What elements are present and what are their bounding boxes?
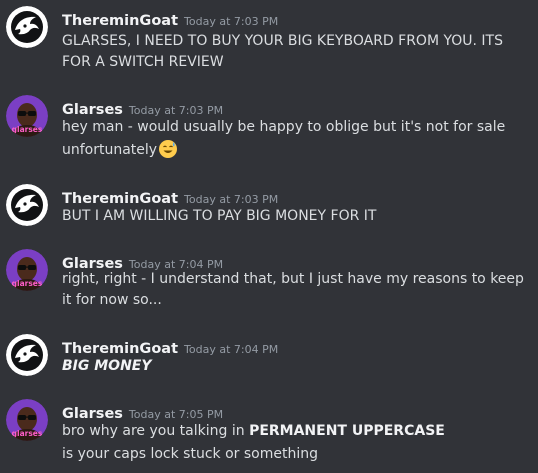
message-text-line: unfortunately	[62, 139, 178, 161]
glarses-avatar-icon: glarses	[6, 95, 48, 137]
message-text: BUT I AM WILLING TO PAY BIG MONEY FOR IT	[62, 208, 377, 224]
chat-message: glarses Glarses Today at 7:03 PM hey man …	[0, 89, 538, 169]
message-text: right, right - I understand that, but I …	[62, 271, 524, 287]
chat-message-list: ThereminGoat Today at 7:03 PM GLARSES, I …	[0, 0, 538, 473]
message-text: unfortunately	[62, 142, 158, 158]
glarses-avatar[interactable]: glarses	[6, 249, 48, 291]
goat-logo-icon	[6, 184, 48, 226]
glarses-avatar-icon: glarses	[6, 249, 48, 291]
chat-message: ThereminGoat Today at 7:03 PM GLARSES, I …	[0, 0, 538, 76]
author-name[interactable]: ThereminGoat	[62, 13, 178, 29]
goat-avatar[interactable]	[6, 334, 48, 376]
message-text: bro why are you talking in	[62, 423, 250, 439]
message-bold-text: PERMANENT UPPERCASE	[249, 423, 445, 439]
svg-text:glarses: glarses	[12, 429, 43, 438]
message-text: it for now so...	[62, 292, 162, 308]
glarses-avatar-icon: glarses	[6, 399, 48, 441]
message-text: GLARSES, I NEED TO BUY YOUR BIG KEYBOARD…	[62, 33, 503, 49]
goat-logo-icon	[6, 6, 48, 48]
glarses-avatar[interactable]: glarses	[6, 95, 48, 137]
goat-logo-icon	[6, 334, 48, 376]
goat-avatar[interactable]	[6, 6, 48, 48]
message-text-line: BIG MONEY	[62, 355, 152, 377]
timestamp[interactable]: Today at 7:03 PM	[184, 15, 278, 28]
glarses-avatar[interactable]: glarses	[6, 399, 48, 441]
sweat-smile-emoji-icon[interactable]	[158, 139, 178, 159]
message-text-line: bro why are you talking in PERMANENT UPP…	[62, 420, 445, 442]
message-header: ThereminGoat Today at 7:03 PM	[62, 10, 278, 29]
message-text: FOR A SWITCH REVIEW	[62, 54, 224, 70]
svg-text:glarses: glarses	[12, 125, 43, 134]
svg-text:glarses: glarses	[12, 279, 43, 288]
chat-message: ThereminGoat Today at 7:04 PM BIG MONEY	[0, 328, 538, 383]
timestamp[interactable]: Today at 7:04 PM	[184, 343, 278, 356]
message-text: BIG MONEY	[62, 358, 152, 374]
goat-avatar[interactable]	[6, 184, 48, 226]
chat-message: ThereminGoat Today at 7:03 PM BUT I AM WI…	[0, 178, 538, 228]
message-text: hey man - would usually be happy to obli…	[62, 119, 506, 135]
message-text: is your caps lock stuck or something	[62, 446, 318, 462]
chat-message: glarses Glarses Today at 7:04 PM right, r…	[0, 243, 538, 318]
chat-message: glarses Glarses Today at 7:05 PM bro why …	[0, 393, 538, 473]
